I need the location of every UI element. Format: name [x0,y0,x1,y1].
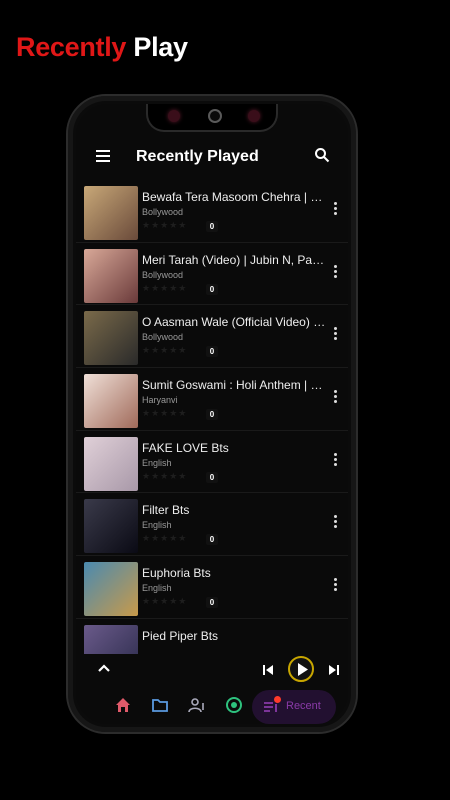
rating-stars-icon: ★★★★★ [142,345,188,356]
app-screen: Recently Played Bewafa Tera Masoom Chehr… [76,104,348,724]
list-item[interactable]: FAKE LOVE Bts English ★★★★★ 0 [76,431,348,494]
play-count: 0 [206,346,218,358]
song-title: FAKE LOVE Bts [142,440,229,455]
song-category: Haryanvi [142,395,178,406]
promo-title-word-1: Recently [16,32,127,62]
search-icon[interactable] [314,147,330,163]
phone-notch [146,104,278,132]
play-button[interactable] [288,656,314,682]
song-thumbnail [84,248,138,303]
song-title: Filter Bts [142,503,190,518]
play-count: 0 [206,471,218,483]
play-icon [298,663,308,676]
song-title: Bewafa Tera Masoom Chehra | Rochak Kohli [142,190,326,204]
person-music-icon[interactable] [188,696,206,714]
front-camera-icon [208,109,222,123]
rating-stars-icon: ★★★★★ [142,408,188,419]
notification-badge [274,696,281,703]
nav-recent-tab[interactable]: Recent [252,690,336,724]
list-item[interactable]: Euphoria Bts English ★★★★★ 0 [76,556,348,619]
more-vert-icon[interactable] [334,264,338,279]
play-count: 0 [206,534,218,546]
song-thumbnail [84,374,138,429]
rating-stars-icon: ★★★★★ [142,533,188,544]
list-item[interactable]: O Aasman Wale (Official Video) Ft. Jubin… [76,305,348,369]
phone-frame: Recently Played Bewafa Tera Masoom Chehr… [66,94,358,734]
app-bar: Recently Played [76,142,348,176]
song-thumbnail [84,311,138,366]
more-vert-icon[interactable] [334,390,338,404]
notch-sensor-icon [248,110,260,122]
rating-stars-icon: ★★★★★ [142,220,188,230]
menu-icon[interactable] [96,150,110,162]
song-list: Bewafa Tera Masoom Chehra | Rochak Kohli… [76,180,348,654]
play-count: 0 [206,597,218,609]
more-vert-icon[interactable] [334,452,338,467]
list-item[interactable]: Bewafa Tera Masoom Chehra | Rochak Kohli… [76,180,348,243]
song-thumbnail [84,624,138,654]
play-count: 0 [206,221,218,232]
page-title: Recently Played [136,148,259,165]
radio-icon[interactable] [225,696,243,714]
nav-recent-label: Recent [286,700,321,712]
list-item[interactable]: Sumit Goswami : Holi Anthem | Khatarnak … [76,368,348,431]
bottom-navigation: Recent [76,688,348,724]
song-category: Bollywood [142,269,184,280]
list-item[interactable]: Meri Tarah (Video) | Jubin N, Payal Dev … [76,243,348,306]
song-title: Sumit Goswami : Holi Anthem | Khatarnak [142,378,326,393]
song-title: O Aasman Wale (Official Video) Ft. Jubin [142,315,326,330]
more-vert-icon[interactable] [334,578,338,592]
list-item[interactable]: Filter Bts English ★★★★★ 0 [76,493,348,557]
song-category: English [142,583,172,594]
song-category: English [142,457,172,468]
mini-player [76,654,348,688]
song-category: Bollywood [142,207,184,217]
song-category: Bollywood [142,332,184,343]
more-vert-icon[interactable] [334,327,338,341]
skip-previous-icon[interactable] [262,664,274,676]
more-vert-icon[interactable] [334,515,338,529]
promo-title-word-2: Play [133,32,188,62]
rating-stars-icon: ★★★★★ [142,596,188,607]
home-icon[interactable] [114,696,132,714]
promo-title: Recently Play [16,32,188,63]
song-thumbnail [84,436,138,491]
play-count: 0 [206,283,218,295]
song-title: Pied Piper Bts [142,628,219,643]
song-thumbnail [84,499,138,554]
folder-icon[interactable] [151,696,169,714]
song-title: Meri Tarah (Video) | Jubin N, Payal Dev [142,252,326,267]
song-thumbnail [84,186,138,240]
more-vert-icon[interactable] [334,202,338,216]
song-title: Euphoria Bts [142,566,211,581]
song-thumbnail [84,562,138,617]
chevron-up-icon[interactable] [96,662,112,674]
rating-stars-icon: ★★★★★ [142,470,188,481]
list-item[interactable]: Pied Piper Bts [76,619,348,654]
song-category: English [142,520,172,531]
rating-stars-icon: ★★★★★ [142,282,188,293]
skip-next-icon[interactable] [328,664,340,676]
notch-sensor-icon [168,110,180,122]
play-count: 0 [206,409,218,421]
